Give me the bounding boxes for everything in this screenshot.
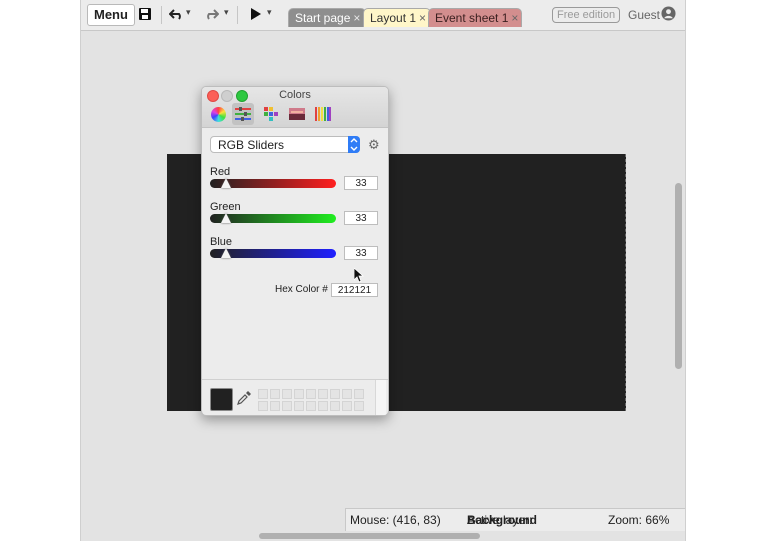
blue-label: Blue: [210, 236, 233, 248]
close-icon[interactable]: ×: [511, 11, 518, 25]
user-circle-icon[interactable]: [661, 6, 676, 24]
user-name[interactable]: Guest: [628, 8, 660, 22]
current-color-well[interactable]: [210, 388, 233, 411]
green-slider-thumb[interactable]: [221, 213, 232, 223]
swatch-cell[interactable]: [354, 401, 364, 411]
pencils-icon[interactable]: [312, 103, 334, 125]
panel-title: Colors: [279, 89, 311, 101]
horizontal-scrollbar[interactable]: [259, 533, 480, 539]
close-icon[interactable]: ×: [353, 11, 360, 25]
green-value-field[interactable]: 33: [344, 211, 378, 225]
swatch-cell[interactable]: [318, 389, 328, 399]
swatch-cell[interactable]: [294, 389, 304, 399]
swatch-scrollbar[interactable]: [375, 380, 386, 415]
swatch-cell[interactable]: [270, 401, 280, 411]
menu-button[interactable]: Menu: [87, 4, 135, 26]
mouse-position: Mouse: (416, 83): [350, 513, 441, 527]
swatch-cell[interactable]: [306, 389, 316, 399]
undo-icon[interactable]: [169, 5, 185, 23]
hex-color-label: Hex Color #: [275, 284, 328, 295]
toolbar: Menu ▾ ▾ ▾ Start page × Layout 1 × Event s…: [81, 0, 685, 31]
panel-titlebar: Colors: [202, 87, 388, 128]
vertical-scrollbar[interactable]: [675, 183, 682, 369]
swatch-cell[interactable]: [270, 389, 280, 399]
red-value-field[interactable]: 33: [344, 176, 378, 190]
colors-panel: Colors RGB Sliders ⚙ Red 33 Green 33 Blu…: [201, 86, 389, 416]
chevron-updown-icon[interactable]: [348, 136, 360, 153]
free-edition-badge[interactable]: Free edition: [552, 7, 621, 23]
color-mode-select[interactable]: RGB Sliders: [210, 136, 360, 153]
active-layer-label: Active layer:: [467, 513, 533, 527]
swatch-cell[interactable]: [294, 401, 304, 411]
blue-slider-thumb[interactable]: [221, 248, 232, 258]
gear-icon[interactable]: ⚙: [368, 138, 380, 151]
swatch-cell[interactable]: [306, 401, 316, 411]
app-window: Menu ▾ ▾ ▾ Start page × Layout 1 × Event s…: [80, 0, 686, 541]
tab-event-sheet-1[interactable]: Event sheet 1 ×: [428, 8, 522, 27]
swatch-cell[interactable]: [342, 401, 352, 411]
blue-value-field[interactable]: 33: [344, 246, 378, 260]
image-palettes-icon[interactable]: [286, 103, 308, 125]
tab-label: Event sheet 1: [435, 11, 509, 25]
sliders-icon[interactable]: [232, 103, 254, 125]
status-bar: Mouse: (416, 83) Active layer: Backgroun…: [345, 508, 685, 531]
green-label: Green: [210, 201, 241, 213]
tab-label: Layout 1: [370, 11, 417, 25]
zoom-level: Zoom: 66%: [608, 513, 670, 527]
palettes-icon[interactable]: [260, 103, 282, 125]
swatch-cell[interactable]: [330, 401, 340, 411]
swatch-cell[interactable]: [318, 401, 328, 411]
redo-dropdown-icon[interactable]: ▾: [224, 7, 229, 18]
color-wheel-icon[interactable]: [207, 103, 229, 125]
red-slider-thumb[interactable]: [221, 178, 232, 188]
play-icon[interactable]: [249, 5, 261, 23]
swatch-cell[interactable]: [258, 389, 268, 399]
redo-icon[interactable]: [203, 5, 219, 23]
tab-layout-1[interactable]: Layout 1 ×: [363, 8, 431, 27]
run-dropdown-icon[interactable]: ▾: [267, 7, 272, 18]
swatch-cell[interactable]: [330, 389, 340, 399]
mouse-cursor-icon: [353, 267, 365, 286]
undo-dropdown-icon[interactable]: ▾: [186, 7, 191, 18]
swatch-cell[interactable]: [354, 389, 364, 399]
tab-start-page[interactable]: Start page ×: [288, 8, 366, 27]
active-layer: Active layer: Background: [467, 509, 537, 531]
close-icon[interactable]: ×: [419, 11, 426, 25]
eyedropper-icon[interactable]: [236, 390, 252, 409]
swatch-cell[interactable]: [342, 389, 352, 399]
swatch-cell[interactable]: [282, 389, 292, 399]
swatch-cell[interactable]: [258, 401, 268, 411]
save-icon[interactable]: [137, 5, 153, 23]
swatch-cell[interactable]: [282, 401, 292, 411]
color-mode-value: RGB Sliders: [218, 138, 285, 152]
red-label: Red: [210, 166, 231, 178]
swatch-area: [202, 379, 388, 415]
swatch-grid: [258, 389, 364, 411]
tab-label: Start page: [295, 11, 351, 25]
